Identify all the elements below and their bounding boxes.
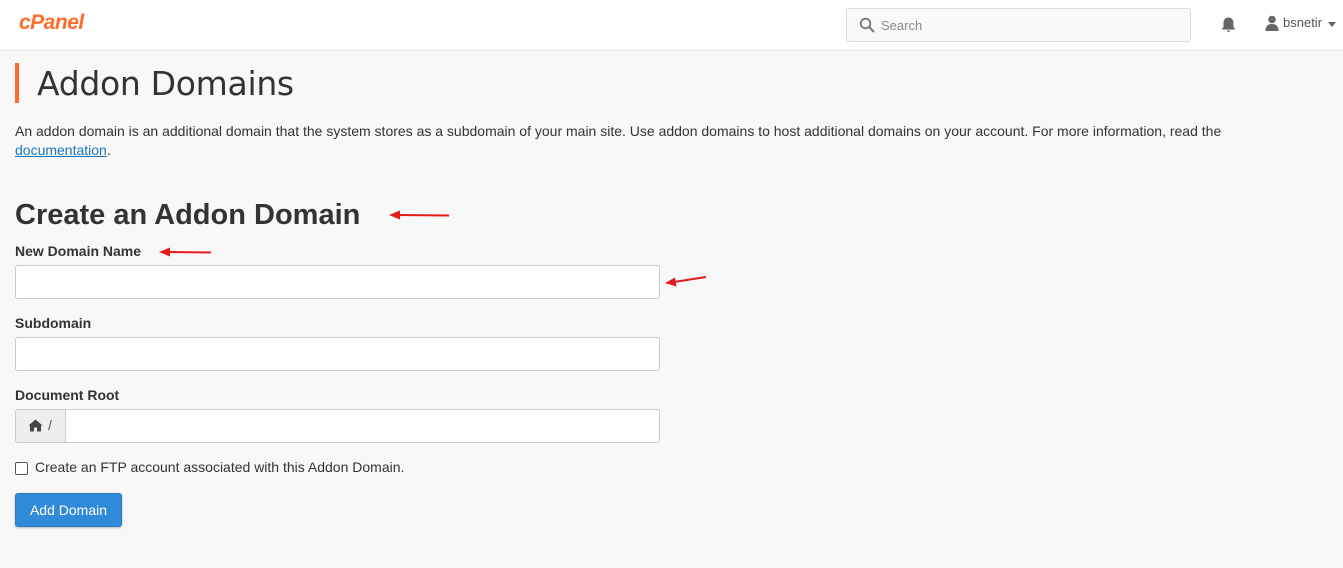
bell-icon[interactable] <box>1220 16 1237 34</box>
subdomain-input[interactable] <box>15 337 660 371</box>
cpanel-logo[interactable]: cPanel <box>19 11 84 35</box>
document-root-prefix: / <box>16 410 66 442</box>
annotation-arrow-icon <box>665 276 707 287</box>
intro-text: An addon domain is an additional domain … <box>15 122 1315 160</box>
intro-text-body: An addon domain is an additional domain … <box>15 123 1222 139</box>
home-icon <box>28 419 43 432</box>
subdomain-label: Subdomain <box>15 315 92 331</box>
document-root-input[interactable] <box>66 410 659 442</box>
new-domain-input[interactable] <box>15 265 660 299</box>
new-domain-label: New Domain Name <box>15 243 142 259</box>
user-icon <box>1265 15 1279 31</box>
search-box[interactable] <box>846 8 1191 42</box>
search-icon <box>859 17 875 33</box>
user-name: bsnetir <box>1283 15 1323 30</box>
documentation-link[interactable]: documentation <box>15 142 107 158</box>
add-domain-button[interactable]: Add Domain <box>15 493 122 527</box>
top-bar: cPanel bsnetir <box>0 0 1343 51</box>
search-input[interactable] <box>881 9 1181 41</box>
document-root-group: / <box>15 409 660 443</box>
page-title: Addon Domains <box>37 64 294 103</box>
user-menu[interactable]: bsnetir <box>1265 14 1337 36</box>
ftp-checkbox[interactable] <box>15 461 28 475</box>
section-title: Create an Addon Domain <box>15 199 361 231</box>
document-root-slash: / <box>48 417 52 433</box>
annotation-arrow-icon <box>389 210 450 220</box>
annotation-arrow-icon <box>159 247 212 257</box>
ftp-option[interactable]: Create an FTP account associated with th… <box>15 458 404 476</box>
intro-text-end: . <box>106 142 111 158</box>
caret-down-icon <box>1328 22 1337 27</box>
title-accent-bar <box>15 63 19 103</box>
document-root-label: Document Root <box>15 387 120 403</box>
ftp-checkbox-label[interactable]: Create an FTP account associated with th… <box>35 458 404 476</box>
